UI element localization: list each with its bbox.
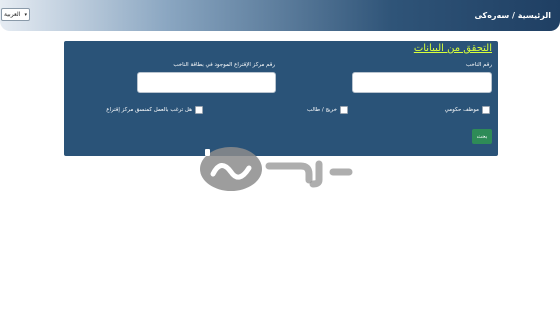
voter-number-label: رقم الناخب — [465, 62, 492, 68]
graduate-checkbox[interactable] — [340, 106, 348, 114]
chevron-down-icon: ▾ — [24, 11, 27, 18]
language-select-value: العربية — [4, 11, 21, 18]
coordinator-checkbox[interactable] — [195, 106, 203, 114]
search-button[interactable]: بحث — [472, 129, 492, 144]
panel-title: التحقق من البيانات — [413, 43, 492, 54]
coordinator-label: هل ترغب بالعمل كمنسق مركز إقتراع — [106, 107, 192, 113]
gov-employee-checkbox[interactable] — [482, 106, 490, 114]
breadcrumb[interactable]: الرئيسية / سەرەكی — [474, 11, 551, 20]
gov-employee-label: موظف حكومي — [444, 107, 479, 113]
station-number-label: رقم مركز الإقتراع الموجود في بطاقة الناخ… — [173, 62, 275, 68]
voter-number-input[interactable] — [352, 72, 492, 93]
station-number-input[interactable] — [137, 72, 276, 93]
verification-panel: التحقق من البيانات رقم الناخب رقم مركز ا… — [64, 41, 498, 156]
watermark-stroke-2 — [309, 160, 323, 188]
graduate-label: خريج / طالب — [307, 107, 337, 113]
language-select[interactable]: العربية ▾ — [1, 8, 30, 21]
watermark-mark — [205, 149, 210, 156]
watermark-logo — [200, 147, 353, 191]
watermark-stroke-1 — [265, 162, 313, 184]
top-navbar: العربية ▾ الرئيسية / سەرەكی — [0, 0, 560, 31]
